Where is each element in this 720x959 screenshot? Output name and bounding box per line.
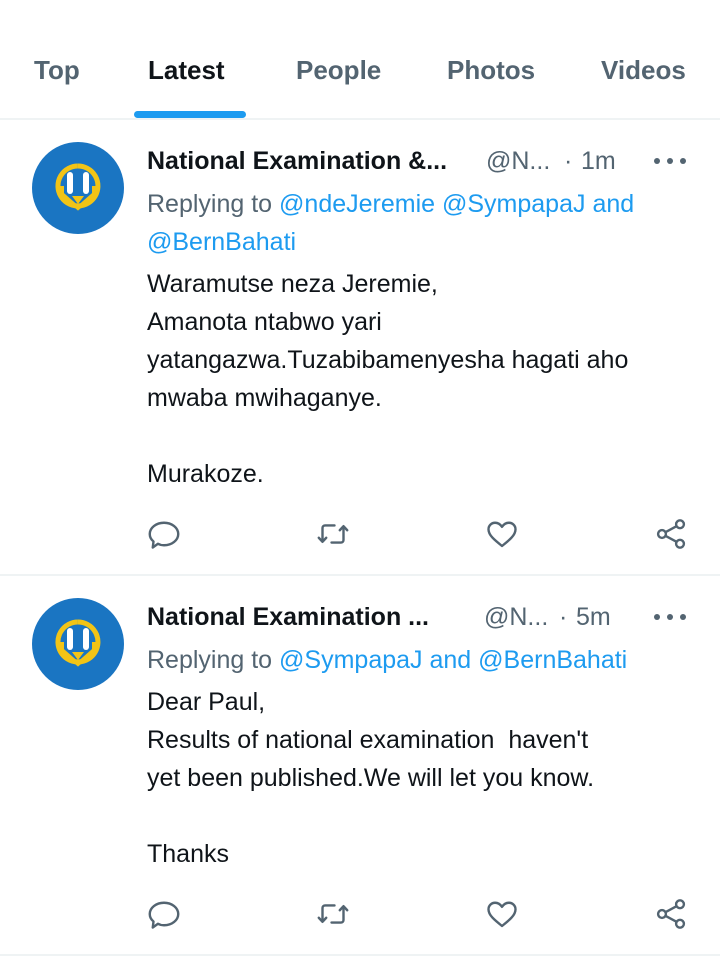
retweet-icon[interactable] [315, 516, 351, 552]
mention-link[interactable]: @SympapaJ [442, 190, 586, 218]
tweet-text: Waramutse neza Jeremie, Amanota ntabwo y… [147, 270, 629, 488]
search-tabs: Top Latest People Photos Videos [0, 0, 720, 120]
tab-photos[interactable]: Photos [447, 52, 535, 88]
like-heart-icon[interactable] [484, 516, 520, 552]
separator-dot: · [564, 147, 573, 175]
more-options-icon[interactable] [654, 158, 686, 168]
tweet-divider [0, 954, 720, 956]
replying-to-label: Replying to [147, 646, 280, 674]
and-others-link[interactable]: and [429, 646, 471, 674]
tab-top[interactable]: Top [34, 52, 80, 88]
avatar[interactable] [32, 598, 124, 690]
replying-to: Replying to @SympapaJ and @BernBahati [147, 641, 687, 679]
mention-link[interactable]: @BernBahati [478, 646, 627, 674]
mention-link[interactable]: @BernBahati [147, 228, 296, 256]
mention-link[interactable]: @ndeJeremie [279, 190, 435, 218]
tweet-time[interactable]: 1m [581, 147, 616, 176]
retweet-icon[interactable] [315, 896, 351, 932]
author-handle[interactable]: @N... [486, 147, 550, 176]
author-name[interactable]: National Examination &... [147, 147, 447, 176]
tab-people[interactable]: People [296, 52, 381, 88]
replying-to: Replying to @ndeJeremie @SympapaJ and @B… [147, 185, 687, 261]
reply-icon[interactable] [146, 516, 182, 552]
more-options-icon[interactable] [654, 614, 686, 624]
and-others-link[interactable]: and [592, 190, 634, 218]
active-tab-indicator [134, 111, 246, 118]
nesa-logo-icon [55, 163, 101, 211]
replying-to-label: Replying to [147, 190, 280, 218]
avatar[interactable] [32, 142, 124, 234]
nesa-logo-icon [55, 619, 101, 667]
tweet-time[interactable]: 5m [576, 603, 611, 632]
tweet-divider [0, 574, 720, 576]
like-heart-icon[interactable] [484, 896, 520, 932]
reply-icon[interactable] [146, 896, 182, 932]
mention-link[interactable]: @SympapaJ [279, 646, 423, 674]
author-name[interactable]: National Examination ... [147, 603, 429, 632]
separator-dot: · [559, 603, 568, 631]
tweet-text: Dear Paul, Results of national examinati… [147, 688, 595, 868]
tab-latest[interactable]: Latest [148, 52, 225, 88]
share-icon[interactable] [653, 896, 689, 932]
share-icon[interactable] [653, 516, 689, 552]
author-handle[interactable]: @N... [484, 603, 548, 632]
tab-videos[interactable]: Videos [601, 52, 686, 88]
